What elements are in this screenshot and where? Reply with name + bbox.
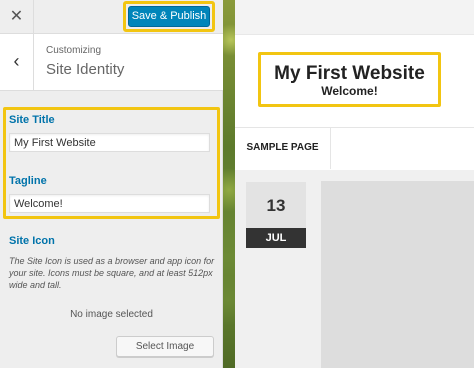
close-icon[interactable]: ✕ bbox=[0, 0, 34, 34]
preview-top-strip bbox=[235, 0, 474, 35]
customizer-panel: ✕ Save & Publish ‹ Customizing Site Iden… bbox=[0, 0, 223, 368]
site-icon-description: The Site Icon is used as a browser and a… bbox=[9, 256, 215, 290]
site-title-label: Site Title bbox=[9, 114, 55, 126]
preview-site-title[interactable]: My First Website bbox=[261, 63, 438, 85]
post-date-badge: 13 JUL bbox=[246, 182, 306, 248]
no-image-status: No image selected bbox=[70, 309, 153, 320]
section-title: Site Identity bbox=[46, 61, 125, 78]
publish-highlight: Save & Publish bbox=[123, 1, 215, 32]
breadcrumb: Customizing bbox=[46, 45, 102, 56]
save-publish-button[interactable]: Save & Publish bbox=[128, 6, 210, 27]
site-icon-label: Site Icon bbox=[9, 235, 55, 247]
chevron-left-icon[interactable]: ‹ bbox=[0, 34, 34, 91]
tagline-input[interactable] bbox=[9, 194, 210, 213]
tagline-label: Tagline bbox=[9, 175, 47, 187]
select-image-button[interactable]: Select Image bbox=[116, 336, 214, 357]
preview-tagline: Welcome! bbox=[321, 84, 378, 98]
featured-image-placeholder bbox=[321, 181, 474, 368]
post-date-day: 13 bbox=[246, 182, 306, 228]
site-preview: My First Website Welcome! SAMPLE PAGE 13… bbox=[223, 0, 474, 368]
customizer-header: ✕ Save & Publish bbox=[0, 0, 223, 34]
site-branding-highlight: My First Website Welcome! bbox=[258, 52, 441, 107]
site-title-input[interactable] bbox=[9, 133, 210, 152]
section-header: ‹ Customizing Site Identity bbox=[0, 34, 223, 91]
post-date-month: JUL bbox=[246, 228, 306, 248]
nav-item-sample-page[interactable]: SAMPLE PAGE bbox=[235, 128, 331, 169]
preview-page: My First Website Welcome! SAMPLE PAGE 13… bbox=[235, 0, 474, 368]
